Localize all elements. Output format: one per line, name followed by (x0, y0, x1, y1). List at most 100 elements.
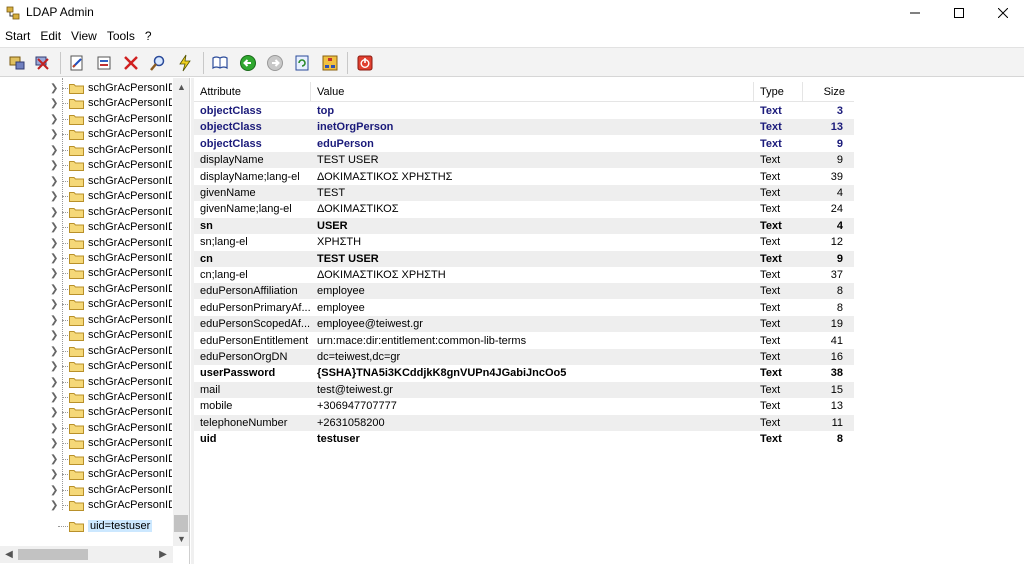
tree-node[interactable]: ❯ schGrAcPersonID= (0, 344, 172, 359)
attribute-row[interactable]: displayName;lang-el ΔΟΚΙΜΑΣΤΙΚΟΣ ΧΡΗΣΤΗΣ T… (194, 169, 854, 185)
refresh-icon[interactable] (292, 53, 312, 73)
expand-chevron-icon[interactable]: ❯ (50, 405, 58, 420)
tree-node[interactable]: ❯ schGrAcPersonID= (0, 297, 172, 312)
expand-chevron-icon[interactable]: ❯ (50, 220, 58, 235)
tree-horizontal-scrollbar[interactable]: ◀ ▶ (0, 546, 173, 563)
expand-chevron-icon[interactable]: ❯ (50, 359, 58, 374)
tree-node[interactable]: ❯ schGrAcPersonID= (0, 112, 172, 127)
attribute-row[interactable]: eduPersonScopedAf... employee@teiwest.gr T… (194, 316, 854, 333)
tree-node[interactable]: ❯ schGrAcPersonID= (0, 436, 172, 451)
scroll-up-arrow-icon[interactable]: ▲ (173, 80, 189, 94)
column-header-attribute[interactable]: Attribute (194, 82, 311, 102)
expand-chevron-icon[interactable]: ❯ (50, 236, 58, 251)
tree-node[interactable]: ❯ schGrAcPersonID= (0, 328, 172, 343)
expand-chevron-icon[interactable]: ❯ (50, 81, 58, 96)
tree-node[interactable]: ❯ schGrAcPersonID= (0, 220, 172, 235)
attribute-row[interactable]: mail test@teiwest.gr Text 15 (194, 381, 854, 398)
attribute-row[interactable]: eduPersonOrgDN dc=teiwest,dc=gr Text 16 (194, 349, 854, 365)
tree-node[interactable]: ❯ schGrAcPersonID= (0, 282, 172, 297)
attribute-row[interactable]: objectClass inetOrgPerson Text 13 (194, 119, 854, 136)
menu-edit[interactable]: Edit (35, 26, 66, 46)
tree-node[interactable]: ❯ schGrAcPersonID= (0, 205, 172, 220)
expand-chevron-icon[interactable]: ❯ (50, 189, 58, 204)
scroll-left-arrow-icon[interactable]: ◀ (2, 546, 16, 563)
power-exit-icon[interactable] (355, 53, 375, 73)
column-header-size[interactable]: Size (803, 82, 849, 102)
attribute-row[interactable]: cn TEST USER Text 9 (194, 250, 854, 267)
expand-chevron-icon[interactable]: ❯ (50, 143, 58, 158)
connect-icon[interactable] (7, 53, 27, 73)
tree-node[interactable]: ❯ schGrAcPersonID= (0, 452, 172, 467)
attribute-row[interactable]: sn USER Text 4 (194, 217, 854, 234)
properties-icon[interactable] (94, 53, 114, 73)
search-icon[interactable] (148, 53, 168, 73)
expand-chevron-icon[interactable]: ❯ (50, 251, 58, 266)
tree-node[interactable]: ❯ schGrAcPersonID= (0, 127, 172, 142)
tree-node[interactable]: ❯ schGrAcPersonID= (0, 483, 172, 498)
tree-node[interactable]: ❯ schGrAcPersonID= (0, 498, 172, 513)
expand-chevron-icon[interactable]: ❯ (50, 266, 58, 281)
tree-node[interactable]: ❯ schGrAcPersonID= (0, 96, 172, 111)
expand-chevron-icon[interactable]: ❯ (50, 328, 58, 343)
attribute-row[interactable]: givenName TEST Text 4 (194, 185, 854, 201)
tree-node[interactable]: ❯ schGrAcPersonID= (0, 359, 172, 374)
attribute-row[interactable]: userPassword {SSHA}TNA5i3KCddjkK8gnVUPn4J… (194, 365, 854, 381)
menu-help[interactable]: ? (140, 26, 157, 46)
tree-node[interactable]: ❯ schGrAcPersonID= (0, 236, 172, 251)
book-icon[interactable] (210, 53, 230, 73)
tree-node[interactable]: ❯ schGrAcPersonID= (0, 81, 172, 96)
tree-node[interactable]: ❯ schGrAcPersonID= (0, 421, 172, 436)
menu-tools[interactable]: Tools (102, 26, 140, 46)
back-arrow-icon[interactable] (238, 53, 258, 73)
edit-icon[interactable] (67, 53, 87, 73)
expand-chevron-icon[interactable]: ❯ (50, 452, 58, 467)
attribute-row[interactable]: sn;lang-el ΧΡΗΣΤΗ Text 12 (194, 234, 854, 250)
expand-chevron-icon[interactable]: ❯ (50, 498, 58, 513)
tree-node-selected[interactable]: uid=testuser (0, 519, 172, 534)
column-header-value[interactable]: Value (311, 82, 754, 102)
scroll-right-arrow-icon[interactable]: ▶ (156, 546, 170, 563)
expand-chevron-icon[interactable]: ❯ (50, 483, 58, 498)
expand-chevron-icon[interactable]: ❯ (50, 390, 58, 405)
expand-chevron-icon[interactable]: ❯ (50, 313, 58, 328)
expand-chevron-icon[interactable]: ❯ (50, 297, 58, 312)
tree-node[interactable]: ❯ schGrAcPersonID= (0, 189, 172, 204)
disconnect-icon[interactable] (33, 53, 53, 73)
menu-view[interactable]: View (66, 26, 102, 46)
attribute-row[interactable]: displayName TEST USER Text 9 (194, 152, 854, 169)
expand-chevron-icon[interactable]: ❯ (50, 436, 58, 451)
lightning-icon[interactable] (175, 53, 195, 73)
attribute-row[interactable]: givenName;lang-el ΔΟΚΙΜΑΣΤΙΚΟΣ Text 24 (194, 201, 854, 217)
expand-chevron-icon[interactable]: ❯ (50, 205, 58, 220)
expand-chevron-icon[interactable]: ❯ (50, 174, 58, 189)
attribute-row[interactable]: objectClass top Text 3 (194, 103, 854, 119)
forward-arrow-icon[interactable] (265, 53, 285, 73)
expand-chevron-icon[interactable]: ❯ (50, 282, 58, 297)
attribute-row[interactable]: telephoneNumber +2631058200 Text 11 (194, 414, 854, 431)
tree-node[interactable]: ❯ schGrAcPersonID= (0, 251, 172, 266)
expand-chevron-icon[interactable]: ❯ (50, 127, 58, 142)
tree-node[interactable]: ❯ schGrAcPersonID= (0, 390, 172, 405)
horizontal-scroll-thumb[interactable] (18, 549, 88, 560)
close-button[interactable] (980, 0, 1024, 26)
expand-chevron-icon[interactable]: ❯ (50, 421, 58, 436)
minimize-button[interactable] (892, 0, 938, 26)
tree-node[interactable]: ❯ schGrAcPersonID= (0, 174, 172, 189)
delete-icon[interactable] (121, 53, 141, 73)
tree-vertical-scrollbar[interactable]: ▲ ▼ (173, 78, 189, 546)
tree-node[interactable]: ❯ schGrAcPersonID= (0, 375, 172, 390)
attribute-row[interactable]: mobile +306947707777 Text 13 (194, 398, 854, 414)
tree-node[interactable]: ❯ schGrAcPersonID= (0, 467, 172, 482)
expand-chevron-icon[interactable]: ❯ (50, 344, 58, 359)
tree-node[interactable]: ❯ schGrAcPersonID= (0, 158, 172, 173)
tree-node[interactable]: ❯ schGrAcPersonID= (0, 313, 172, 328)
maximize-button[interactable] (936, 0, 982, 26)
schema-icon[interactable] (320, 53, 340, 73)
attribute-row[interactable]: eduPersonAffiliation employee Text 8 (194, 283, 854, 300)
expand-chevron-icon[interactable]: ❯ (50, 467, 58, 482)
expand-chevron-icon[interactable]: ❯ (50, 96, 58, 111)
attribute-row[interactable]: eduPersonPrimaryAf... employee Text 8 (194, 300, 854, 316)
tree-node[interactable]: ❯ schGrAcPersonID= (0, 143, 172, 158)
attribute-row[interactable]: cn;lang-el ΔΟΚΙΜΑΣΤΙΚΟΣ ΧΡΗΣΤΗ Text 37 (194, 267, 854, 283)
scroll-down-arrow-icon[interactable]: ▼ (173, 532, 189, 546)
